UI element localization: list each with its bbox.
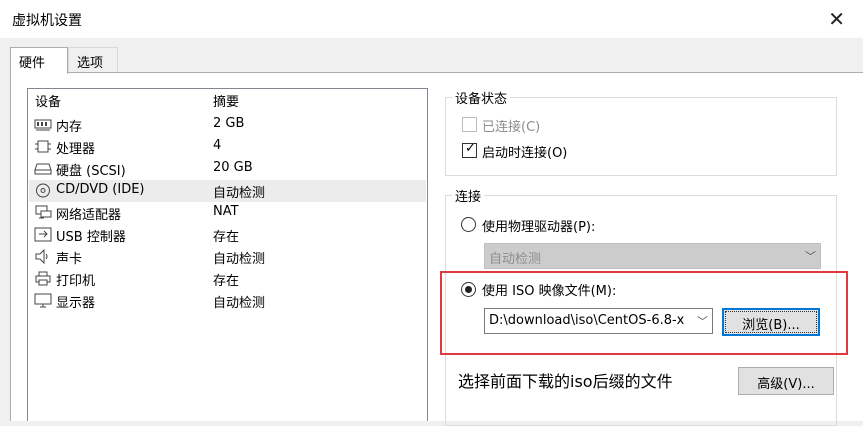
device-row-printer[interactable]: 打印机 存在 <box>29 268 426 290</box>
speaker-icon <box>35 249 48 264</box>
checkmark-icon: ✓ <box>465 141 476 156</box>
cd-dvd-icon <box>36 183 50 198</box>
processor-icon <box>35 140 51 153</box>
memory-icon <box>34 119 52 131</box>
device-name: 显示器 <box>56 296 96 311</box>
browse-button-label: 浏览(B)... <box>742 318 800 333</box>
iso-path-value: D:\download\iso\CentOS-6.8-x <box>489 313 685 328</box>
tab-options[interactable]: 选项 <box>68 47 118 73</box>
physical-drive-select-value: 自动检测 <box>489 252 542 267</box>
iso-image-radio[interactable] <box>461 282 476 297</box>
monitor-icon <box>34 293 52 308</box>
connect-at-power-on-label: 启动时连接(O) <box>482 146 568 161</box>
physical-drive-radio[interactable] <box>461 217 476 232</box>
advanced-button[interactable]: 高级(V)... <box>738 367 834 395</box>
tab-hardware-label: 硬件 <box>19 56 46 71</box>
radio-dot <box>465 286 472 293</box>
annotation-note: 选择前面下载的iso后缀的文件 <box>458 372 673 391</box>
chevron-down-icon: ﹀ <box>697 315 708 328</box>
device-row-memory[interactable]: 内存 2 GB <box>29 114 426 136</box>
advanced-button-label: 高级(V)... <box>757 377 815 392</box>
device-name: USB 控制器 <box>56 230 126 245</box>
device-status-legend: 设备状态 <box>455 92 508 107</box>
device-row-network-adapter[interactable]: 网络适配器 NAT <box>29 202 426 224</box>
device-row-display[interactable]: 显示器 自动检测 <box>29 290 426 312</box>
window-title: 虚拟机设置 <box>12 13 82 29</box>
device-name: 声卡 <box>56 252 83 267</box>
device-summary: 存在 <box>213 274 240 289</box>
printer-icon <box>35 271 51 286</box>
title-bar: 虚拟机设置 ✕ <box>0 0 863 38</box>
device-name: 硬盘 (SCSI) <box>56 164 126 179</box>
device-name: 打印机 <box>56 274 96 289</box>
device-summary: 自动检测 <box>213 296 266 311</box>
connect-at-power-on-checkbox[interactable]: ✓ <box>462 141 477 158</box>
connected-checkbox[interactable] <box>462 117 477 132</box>
browse-button[interactable]: 浏览(B)... <box>722 308 820 336</box>
device-summary: NAT <box>213 204 239 219</box>
connected-label: 已连接(C) <box>482 120 541 135</box>
hard-disk-icon <box>34 163 52 175</box>
device-row-hard-disk[interactable]: 硬盘 (SCSI) 20 GB <box>29 158 426 180</box>
device-row-sound-card[interactable]: 声卡 自动检测 <box>29 246 426 268</box>
network-adapter-icon <box>35 205 52 219</box>
device-row-cd-dvd[interactable]: CD/DVD (IDE) 自动检测 <box>29 180 426 202</box>
device-summary: 4 <box>213 138 222 153</box>
device-name: 网络适配器 <box>56 208 122 223</box>
connection-legend: 连接 <box>455 190 482 205</box>
device-row-processor[interactable]: 处理器 4 <box>29 136 426 158</box>
device-summary: 20 GB <box>213 160 253 175</box>
iso-path-combobox[interactable]: D:\download\iso\CentOS-6.8-x ﹀ <box>484 308 713 334</box>
tab-options-label: 选项 <box>77 56 104 71</box>
tab-hardware[interactable]: 硬件 <box>10 47 68 74</box>
device-name: 内存 <box>56 120 83 135</box>
device-summary: 自动检测 <box>213 252 266 267</box>
device-name: 处理器 <box>56 142 96 157</box>
device-name: CD/DVD (IDE) <box>56 182 145 197</box>
iso-image-label: 使用 ISO 映像文件(M): <box>482 284 617 299</box>
chevron-down-icon: ﹀ <box>805 250 816 263</box>
close-icon[interactable]: ✕ <box>828 7 845 31</box>
device-summary: 2 GB <box>213 116 245 131</box>
physical-drive-label: 使用物理驱动器(P): <box>482 220 596 235</box>
physical-drive-select[interactable]: 自动检测 ﹀ <box>484 243 821 269</box>
device-row-usb-controller[interactable]: USB 控制器 存在 <box>29 224 426 246</box>
usb-icon <box>34 227 52 242</box>
summary-column-header[interactable]: 摘要 <box>213 91 239 111</box>
device-list[interactable]: 设备 摘要 内存 2 GB 处理器 4 硬盘 (SCSI) 20 GB CD/D… <box>27 88 428 421</box>
device-summary: 自动检测 <box>213 186 266 201</box>
device-column-header[interactable]: 设备 <box>35 91 61 111</box>
device-summary: 存在 <box>213 230 240 245</box>
